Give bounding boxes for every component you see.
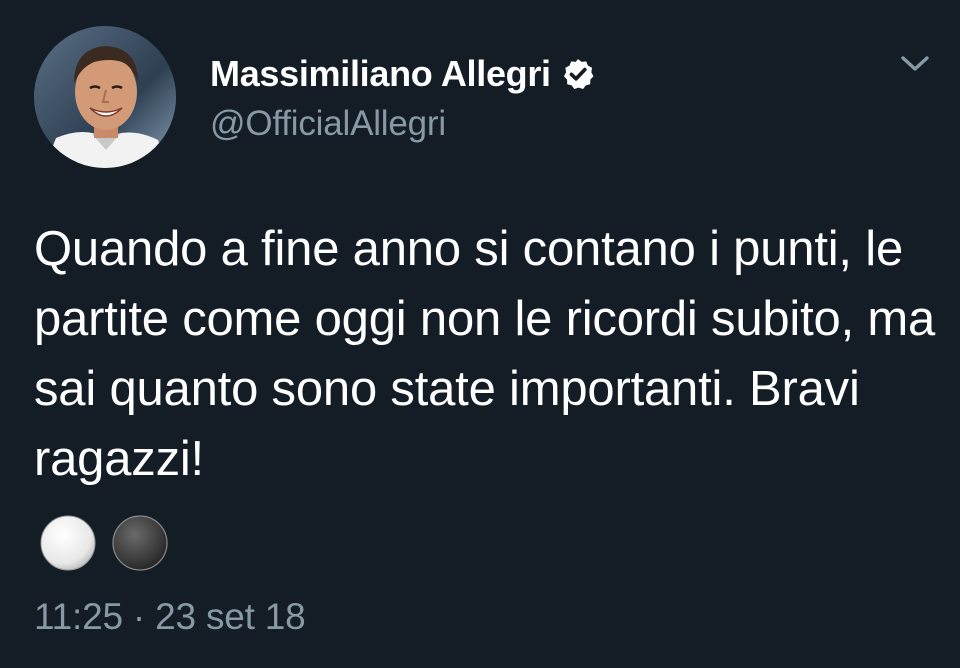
author-display-name[interactable]: Massimiliano Allegri	[210, 53, 551, 95]
tweet-card: Massimiliano Allegri @OfficialAllegri Qu…	[0, 0, 960, 668]
emoji-row	[36, 514, 172, 572]
author-handle[interactable]: @OfficialAllegri	[210, 104, 446, 144]
chevron-down-icon[interactable]	[898, 52, 932, 76]
avatar-photo	[34, 26, 176, 168]
black-circle-icon	[108, 514, 172, 572]
white-circle-icon	[36, 514, 100, 572]
tweet-text: Quando a fine anno si contano i punti, l…	[34, 222, 936, 486]
tweet-timestamp[interactable]: 11:25 · 23 set 18	[34, 596, 306, 638]
verified-badge-icon	[561, 57, 595, 91]
author-name-row: Massimiliano Allegri	[210, 50, 595, 98]
avatar[interactable]	[34, 26, 176, 168]
